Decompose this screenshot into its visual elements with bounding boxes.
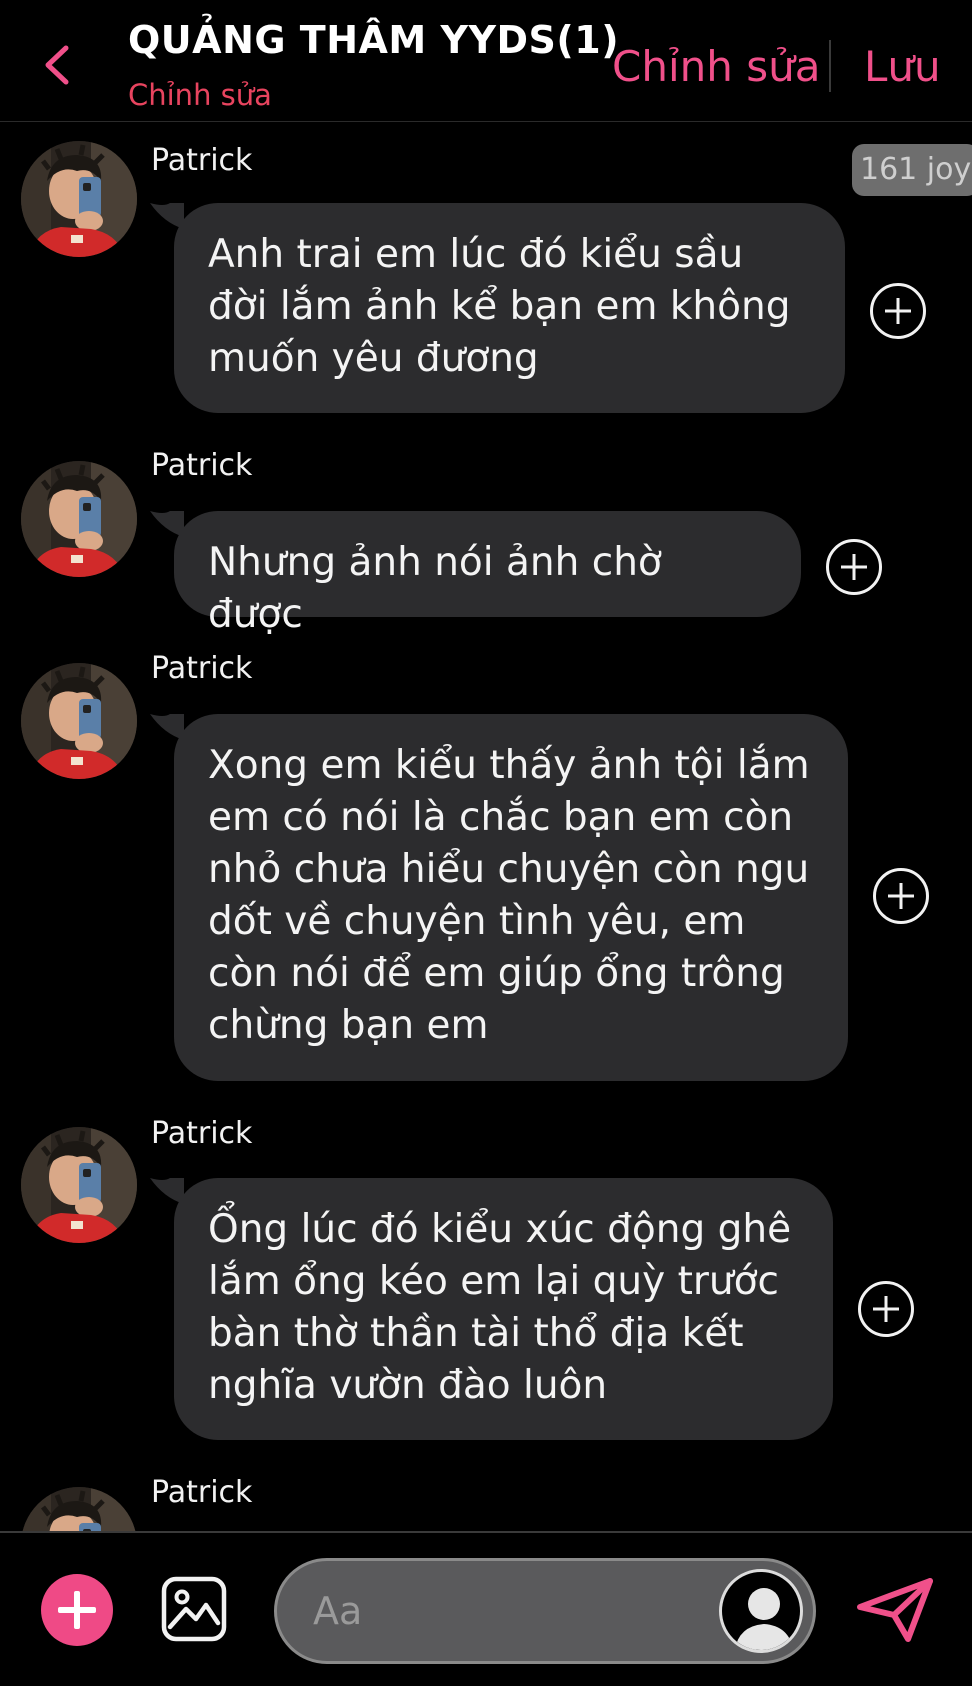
message-input-container [274, 1558, 816, 1664]
avatar[interactable] [21, 461, 137, 577]
chat-subtitle: Chỉnh sửa [128, 78, 272, 112]
avatar[interactable] [21, 141, 137, 257]
plus-circle-icon[interactable] [870, 283, 926, 339]
plus-circle-icon[interactable] [826, 539, 882, 595]
avatar-image [21, 141, 137, 257]
send-button[interactable] [856, 1577, 934, 1643]
edit-button[interactable]: Chỉnh sửa [612, 42, 820, 91]
image-icon [161, 1576, 227, 1642]
send-icon [857, 1578, 933, 1642]
back-button[interactable] [38, 42, 78, 88]
sender-name: Patrick [151, 651, 253, 686]
joy-badge: 161 joy [852, 144, 972, 196]
avatar-image [21, 1487, 137, 1531]
plus-circle-icon[interactable] [858, 1281, 914, 1337]
avatar[interactable] [21, 1127, 137, 1243]
user-silhouette-icon [734, 1588, 794, 1650]
add-button[interactable] [41, 1574, 113, 1646]
save-button[interactable]: Lưu [864, 42, 941, 91]
sender-name: Patrick [151, 143, 253, 178]
avatar-image [21, 1127, 137, 1243]
message-bubble[interactable]: Ổng lúc đó kiểu xúc động ghê lắm ổng kéo… [174, 1178, 833, 1440]
avatar[interactable] [21, 1487, 137, 1531]
message-bubble[interactable]: Nhưng ảnh nói ảnh chờ được [174, 511, 801, 637]
composer-bar [0, 1531, 972, 1686]
sender-name: Patrick [151, 448, 253, 483]
top-bar: QUẢNG THÂM YYDS(1) Chỉnh sửa Chỉnh sửa L… [0, 0, 972, 122]
avatar-image [21, 663, 137, 779]
message-input[interactable] [313, 1561, 693, 1661]
avatar[interactable] [21, 663, 137, 779]
message-bubble[interactable]: Xong em kiểu thấy ảnh tội lắm em có nói … [174, 714, 848, 1081]
sender-name: Patrick [151, 1116, 253, 1151]
sender-name: Patrick [151, 1475, 253, 1510]
photo-button[interactable] [160, 1575, 228, 1643]
header-divider [829, 40, 831, 92]
avatar-image [21, 461, 137, 577]
voice-avatar-button[interactable] [719, 1569, 803, 1653]
chevron-left-icon [45, 45, 69, 85]
message-list[interactable]: Patrick 161 joy Anh trai em lúc đó kiểu … [0, 123, 972, 1531]
chat-title: QUẢNG THÂM YYDS(1) [128, 18, 620, 62]
plus-circle-icon[interactable] [873, 868, 929, 924]
message-bubble[interactable]: Anh trai em lúc đó kiểu sầu đời lắm ảnh … [174, 203, 845, 413]
